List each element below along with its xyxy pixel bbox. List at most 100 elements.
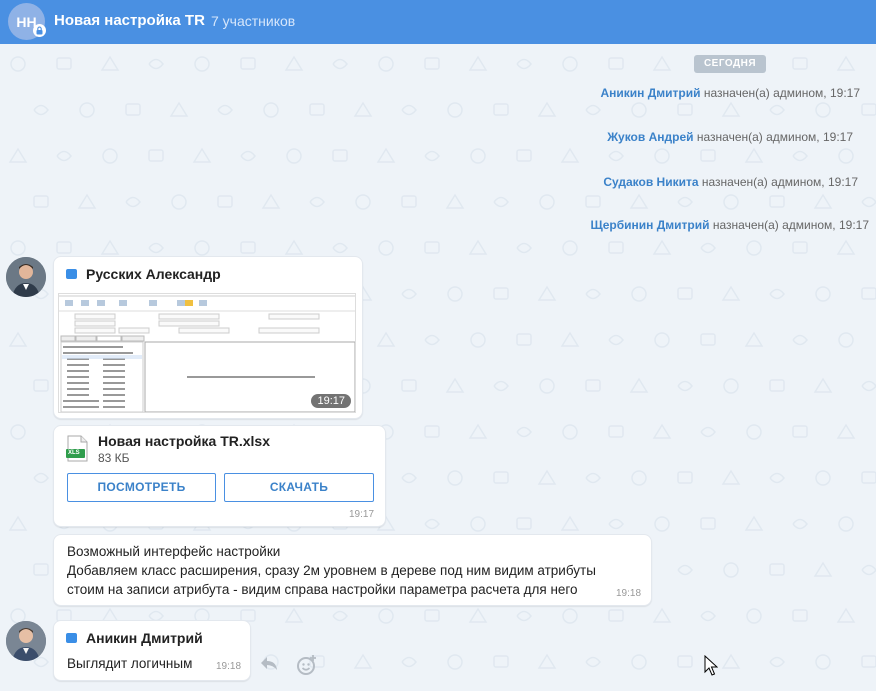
pattern-doodle [861,287,876,300]
pattern-doodle [836,55,856,71]
pattern-doodle [77,193,97,209]
xls-badge: XLS [68,450,80,456]
pattern-doodle [401,379,417,392]
pattern-doodle [424,609,440,622]
download-file-button[interactable]: СКАЧАТЬ [224,473,374,502]
pattern-doodle [240,57,256,70]
message-text-line: стоим на записи атрибута - видим справа … [67,582,578,597]
pattern-doodle [700,333,716,346]
pattern-doodle [401,195,417,208]
pattern-doodle [631,470,647,486]
system-message-user[interactable]: Аникин Дмитрий [600,86,700,100]
pattern-doodle [424,57,440,70]
chat-title[interactable]: Новая настройка TR [54,12,205,29]
mouse-cursor-icon [704,654,719,680]
pattern-doodle [861,103,876,116]
pattern-doodle [8,515,28,531]
pattern-doodle [537,469,557,485]
pattern-doodle [585,104,601,116]
pattern-doodle [723,378,739,394]
pattern-doodle [284,607,304,623]
pattern-doodle [721,469,741,485]
pattern-doodle [401,288,417,300]
pattern-doodle [468,55,488,71]
pattern-doodle [125,103,141,116]
pattern-doodle [537,285,557,301]
pattern-doodle [677,655,693,668]
sender-name[interactable]: Русских Александр [86,266,221,282]
pattern-doodle [378,240,394,256]
system-message-user[interactable]: Судаков Никита [603,175,698,189]
pattern-doodle [33,472,49,484]
pattern-doodle [813,561,833,577]
pattern-doodle [100,55,120,71]
pattern-doodle [792,57,808,70]
chat-header[interactable]: НН Новая настройка TR 7 участников [0,0,876,44]
pattern-doodle [700,610,716,622]
pattern-doodle [56,241,72,254]
pattern-doodle [608,150,624,162]
pattern-doodle [652,607,672,623]
pattern-doodle [746,424,762,440]
pattern-doodle [746,240,762,256]
avatar[interactable] [6,257,46,297]
pattern-doodle [169,101,189,117]
pattern-doodle [652,423,672,439]
pattern-doodle [445,193,465,209]
pattern-doodle [861,655,876,668]
pattern-doodle [723,562,739,578]
pattern-doodle [401,656,417,668]
pattern-doodle [537,653,557,669]
pattern-doodle [447,654,463,670]
pattern-doodle [585,195,601,208]
pattern-doodle [746,608,762,624]
pattern-doodle [562,608,578,624]
emoji-icon[interactable] [296,654,318,679]
pattern-doodle [493,287,509,300]
reply-icon[interactable] [259,654,279,675]
pattern-doodle [861,196,876,208]
pattern-doodle [447,102,463,118]
file-name[interactable]: Новая настройка TR.xlsx [98,433,270,449]
pattern-doodle [148,242,164,254]
pattern-doodle [792,334,808,346]
pattern-doodle [815,102,831,118]
pattern-doodle [792,241,808,254]
avatar[interactable] [6,621,46,661]
message-text-line: Добавляем класс расширения, сразу 2м уро… [67,563,596,578]
role-icon [66,269,77,279]
system-message-user[interactable]: Жуков Андрей [607,130,693,144]
pattern-doodle [445,377,465,393]
pattern-doodle [192,147,212,163]
members-count[interactable]: 7 участников [211,13,295,29]
pattern-doodle [629,193,649,209]
xls-file-icon[interactable]: XLS [66,435,88,465]
system-message: Аникин Дмитрий назначен(а) админом, 19:1… [600,86,860,100]
pattern-doodle [560,515,580,531]
pattern-doodle [447,286,463,302]
pattern-doodle [332,242,348,254]
pattern-doodle [493,380,509,392]
pattern-doodle [539,378,555,394]
pattern-doodle [813,377,833,393]
system-message-user[interactable]: Щербинин Дмитрий [591,218,710,232]
pattern-doodle [744,147,764,163]
pattern-doodle [585,288,601,300]
screenshot-attachment[interactable]: 19:17 [58,293,356,413]
pattern-doodle [836,239,856,255]
pattern-doodle [585,656,601,668]
pattern-doodle [286,148,302,164]
pattern-doodle [861,380,876,392]
view-file-button[interactable]: ПОСМОТРЕТЬ [67,473,216,502]
pattern-doodle [700,517,716,530]
pattern-doodle [608,518,624,530]
pattern-doodle [721,101,741,117]
pattern-doodle [744,515,764,531]
pattern-doodle [493,471,509,484]
pattern-doodle [516,333,532,346]
sender-name[interactable]: Аникин Дмитрий [86,630,203,646]
pattern-doodle [721,653,741,669]
pattern-doodle [33,563,49,576]
system-message: Судаков Никита назначен(а) админом, 19:1… [603,175,858,189]
pattern-doodle [585,379,601,392]
